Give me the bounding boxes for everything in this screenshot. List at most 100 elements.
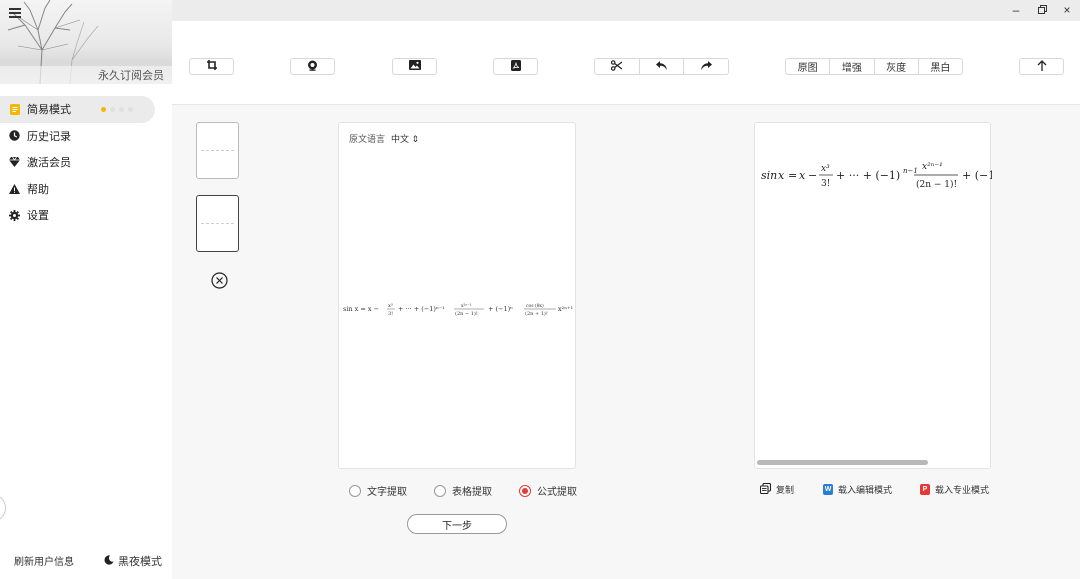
membership-label: 永久订阅会员 [98,70,164,82]
svg-text:(2n − 1)!: (2n − 1)! [916,179,957,190]
svg-text:+ ··· + (−1)ⁿ⁻¹: + ··· + (−1)ⁿ⁻¹ [398,305,445,313]
svg-text:3!: 3! [821,179,830,189]
copy-label: 复制 [776,485,795,495]
page-thumbnail-1[interactable] [196,122,239,179]
radio-label: 文字提取 [367,487,407,498]
toolbar: 原图 增强 灰度 黑白 [172,21,1080,105]
open-pdf-button[interactable] [493,58,538,75]
warning-icon [9,183,20,194]
radio-label: 公式提取 [537,487,577,498]
scissors-icon [611,59,623,74]
pdf-badge-icon: P [920,484,930,495]
moon-icon [104,554,114,568]
image-mode-group: 原图 增强 灰度 黑白 [785,58,963,75]
sidebar-item-history[interactable]: 历史记录 [0,123,172,150]
sidebar: 永久订阅会员 简易模式 历史记录 激活会员 帮助 设置 刷新用户信息 黑夜模式 [0,0,172,579]
svg-text:x: x [778,169,785,182]
edit-button-group [594,58,729,75]
document-icon [9,103,20,115]
radio-formula-extract[interactable]: 公式提取 [519,483,577,498]
clock-icon [9,130,20,141]
cut-button[interactable] [595,59,640,74]
sidebar-item-label: 设置 [27,210,49,223]
sidebar-item-label: 历史记录 [27,130,71,143]
undo-icon [656,60,667,73]
result-panel: sin x = x − x³ 3! + ··· + (−1) n−1 x²ⁿ⁻¹… [754,122,992,469]
svg-text:(2n + 1)!: (2n + 1)! [525,310,548,317]
night-mode-label: 黑夜模式 [118,556,162,568]
sidebar-item-label: 简易模式 [27,104,71,117]
svg-text:=: = [788,169,797,182]
sidebar-item-label: 激活会员 [27,157,71,170]
sidebar-item-simple-mode[interactable]: 简易模式 [0,96,155,123]
pdf-icon [510,59,521,74]
radio-label: 表格提取 [452,487,492,498]
svg-text:3!: 3! [388,311,393,317]
diamond-icon [9,157,20,168]
svg-text:x²ⁿ⁻¹: x²ⁿ⁻¹ [461,303,472,309]
sidebar-item-help[interactable]: 帮助 [0,176,172,203]
copy-icon [759,482,772,496]
svg-text:−: − [808,169,817,182]
svg-text:x³: x³ [388,303,393,309]
camera-button[interactable] [290,58,335,75]
thumbnail-preview [201,150,234,151]
radio-indicator [349,484,361,497]
crop-button[interactable] [189,58,234,75]
radio-table-extract[interactable]: 表格提取 [434,483,492,498]
open-image-button[interactable] [392,58,437,75]
radio-indicator [519,484,531,497]
mode-bw-button[interactable]: 黑白 [919,59,962,74]
load-edit-mode-button[interactable]: W 载入编辑模式 [823,483,892,496]
source-image-panel: 原文语言 中文 ⇕ sin x = x − x³ 3! + ··· + (−1)… [338,122,576,469]
page-thumbnail-2[interactable] [196,195,239,252]
gear-icon [9,209,20,221]
svg-text:x²ⁿ⁻¹: x²ⁿ⁻¹ [922,162,943,172]
extraction-mode-group: 文字提取 表格提取 公式提取 [349,483,604,498]
mode-enhance-button[interactable]: 增强 [830,59,875,74]
radio-text-extract[interactable]: 文字提取 [349,483,407,498]
window-titlebar: – × [172,0,1080,21]
load-pro-mode-button[interactable]: P 载入专业模式 [920,483,989,496]
svg-text:cos (θx): cos (θx) [526,302,544,309]
menu-toggle-icon[interactable] [9,8,21,18]
copy-button[interactable]: 复制 [759,482,795,496]
undo-button[interactable] [640,59,685,74]
svg-text:n−1: n−1 [903,167,918,175]
word-icon: W [823,484,833,495]
sidebar-item-activate-member[interactable]: 激活会员 [0,149,172,176]
arrow-up-icon [1037,59,1047,74]
svg-text:x³: x³ [821,164,830,174]
close-icon[interactable]: × [1059,3,1075,17]
thumbnail-preview [201,223,234,224]
delete-page-icon[interactable] [211,272,228,289]
svg-text:sin: sin [761,169,777,182]
sidebar-collapse-handle[interactable] [0,494,6,522]
upload-button[interactable] [1019,58,1064,75]
minimize-icon[interactable]: – [1008,3,1024,17]
next-step-button[interactable]: 下一步 [407,514,507,534]
night-mode-toggle[interactable]: 黑夜模式 [104,553,162,569]
mode-grayscale-button[interactable]: 灰度 [875,59,919,74]
image-icon [408,60,421,73]
sidebar-nav: 简易模式 历史记录 激活会员 帮助 设置 [0,96,172,229]
svg-text:x²ⁿ⁺¹: x²ⁿ⁺¹ [558,305,574,313]
svg-text:sin x = x −: sin x = x − [343,305,379,313]
restore-icon[interactable] [1034,3,1050,17]
sidebar-item-label: 帮助 [27,183,49,196]
load-edit-mode-label: 载入编辑模式 [838,485,893,495]
horizontal-scrollbar[interactable] [757,460,928,465]
sidebar-item-settings[interactable]: 设置 [0,202,172,229]
recognized-formula: sin x = x − x³ 3! + ··· + (−1) n−1 x²ⁿ⁻¹… [761,162,992,190]
svg-text:x: x [799,169,806,182]
profile-banner: 永久订阅会员 [0,0,172,84]
mode-original-button[interactable]: 原图 [786,59,831,74]
svg-text:+ (−1)ⁿ: + (−1)ⁿ [488,305,513,313]
radio-indicator [434,484,446,497]
svg-text:+ ··· + (−1): + ··· + (−1) [836,169,900,182]
source-language-select[interactable]: 中文 ⇕ [391,132,419,145]
refresh-user-info-link[interactable]: 刷新用户信息 [14,553,74,568]
crop-icon [206,60,217,73]
source-language-label: 原文语言 [349,134,386,144]
redo-button[interactable] [684,59,728,74]
